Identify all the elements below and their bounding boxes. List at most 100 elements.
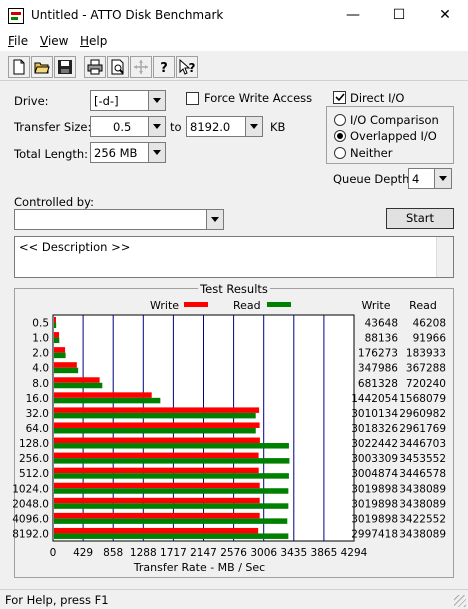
read-bar [54, 473, 289, 479]
read-value: 3438089 [399, 528, 446, 540]
write-value: 3010134 [351, 408, 398, 420]
category-label: 8192.0 [12, 528, 49, 540]
category-label: 4096.0 [12, 513, 49, 525]
drive-label: Drive: [14, 94, 49, 108]
menu-help[interactable]: Help [80, 34, 107, 48]
write-value: 681328 [358, 378, 398, 390]
transfer-from-value: 0.5 [113, 120, 132, 134]
read-value: 3446578 [399, 468, 446, 480]
print-preview-icon[interactable] [107, 56, 129, 78]
queue-depth-select[interactable]: 4 [408, 168, 452, 189]
controlled-by-select[interactable] [14, 209, 224, 230]
category-label: 1024.0 [12, 483, 49, 495]
print-icon[interactable] [84, 56, 106, 78]
write-bar [54, 332, 60, 338]
overlapped-io-radio[interactable] [334, 130, 346, 142]
x-tick-label: 3006 [250, 547, 277, 559]
description-scrollbar[interactable] [436, 237, 453, 277]
app-icon [8, 8, 24, 24]
transfer-to-select[interactable]: 8192.0 [186, 116, 263, 137]
total-length-select[interactable]: 256 MB [90, 142, 166, 163]
start-button[interactable]: Start [386, 208, 454, 229]
chevron-down-icon[interactable] [148, 91, 165, 110]
menu-bar: File View Help [0, 31, 468, 51]
chevron-down-icon[interactable] [434, 169, 451, 188]
menu-view[interactable]: View [40, 34, 68, 48]
read-value: 720240 [406, 378, 446, 390]
to-label: to [170, 120, 182, 134]
read-bar [54, 518, 288, 524]
write-bar [54, 392, 152, 398]
status-text: For Help, press F1 [5, 593, 109, 607]
drive-select[interactable]: [-d-] [90, 90, 166, 111]
read-bar [54, 337, 60, 344]
read-bar [54, 488, 289, 494]
total-length-label: Total Length: [14, 147, 89, 161]
help-icon[interactable]: ? [153, 56, 175, 78]
chevron-down-icon[interactable] [245, 117, 262, 136]
x-tick-label: 1288 [130, 547, 157, 559]
write-value: 3022442 [351, 438, 398, 450]
open-icon[interactable] [31, 56, 53, 78]
column-write-header: Write [361, 299, 390, 312]
io-comparison-radio[interactable] [334, 114, 346, 126]
x-axis-label: Transfer Rate - MB / Sec [133, 561, 265, 574]
legend-write-label: Write [150, 299, 179, 312]
chevron-down-icon[interactable] [148, 143, 165, 162]
direct-io-checkbox[interactable] [333, 91, 346, 104]
kb-label: KB [270, 120, 286, 134]
read-bar [54, 367, 79, 374]
read-bar [54, 382, 103, 389]
read-value: 46208 [413, 318, 446, 330]
chevron-down-icon[interactable] [148, 117, 165, 136]
maximize-button[interactable]: ☐ [376, 0, 422, 31]
category-label: 0.5 [32, 318, 49, 330]
chevron-down-icon[interactable] [206, 210, 223, 229]
read-value: 91966 [413, 333, 447, 345]
write-bar [54, 452, 259, 459]
read-value: 3438089 [399, 498, 446, 510]
read-bar [54, 397, 161, 404]
read-bar [54, 322, 57, 328]
write-bar [54, 467, 259, 474]
menu-file[interactable]: File [8, 34, 28, 48]
write-value: 43648 [365, 318, 398, 330]
write-bar [54, 497, 260, 504]
neither-radio[interactable] [334, 147, 346, 159]
x-tick-label: 3865 [311, 547, 338, 559]
force-write-checkbox[interactable] [186, 92, 199, 105]
force-write-label: Force Write Access [204, 91, 313, 105]
move-icon[interactable] [130, 56, 152, 78]
write-value: 3003309 [351, 453, 398, 465]
read-value: 1568079 [399, 393, 446, 405]
read-bar [54, 427, 256, 434]
controlled-by-label: Controlled by: [14, 195, 94, 209]
context-help-icon[interactable]: ? [176, 56, 198, 78]
write-value: 3019898 [351, 513, 398, 525]
resize-grip-icon[interactable] [454, 595, 466, 607]
x-tick-label: 2147 [190, 547, 217, 559]
read-value: 3422552 [399, 513, 446, 525]
save-icon[interactable] [54, 56, 76, 78]
minimize-button[interactable]: — [330, 0, 376, 31]
results-chart: Test Results Write Read Write Read 0 429 858 128… [12, 282, 447, 574]
description-box[interactable]: << Description >> [14, 236, 454, 278]
read-bar [54, 503, 289, 509]
category-label: 128.0 [19, 438, 49, 450]
svg-text:?: ? [189, 61, 196, 75]
category-label: 4.0 [32, 363, 49, 375]
io-comparison-label: I/O Comparison [350, 113, 439, 127]
transfer-from-select[interactable]: 0.5 [90, 116, 166, 137]
column-read-header: Read [409, 299, 437, 312]
title-bar: Untitled - ATTO Disk Benchmark — ☐ ✕ [0, 0, 468, 31]
write-bar [54, 362, 77, 368]
write-bar [54, 377, 100, 383]
write-bar [54, 407, 260, 413]
category-label: 512.0 [19, 468, 49, 480]
new-icon[interactable] [8, 56, 30, 78]
read-value: 183933 [406, 348, 446, 360]
close-button[interactable]: ✕ [422, 0, 468, 31]
write-bar [54, 512, 260, 519]
x-tick-label: 1717 [160, 547, 187, 559]
read-value: 3446703 [399, 438, 446, 450]
